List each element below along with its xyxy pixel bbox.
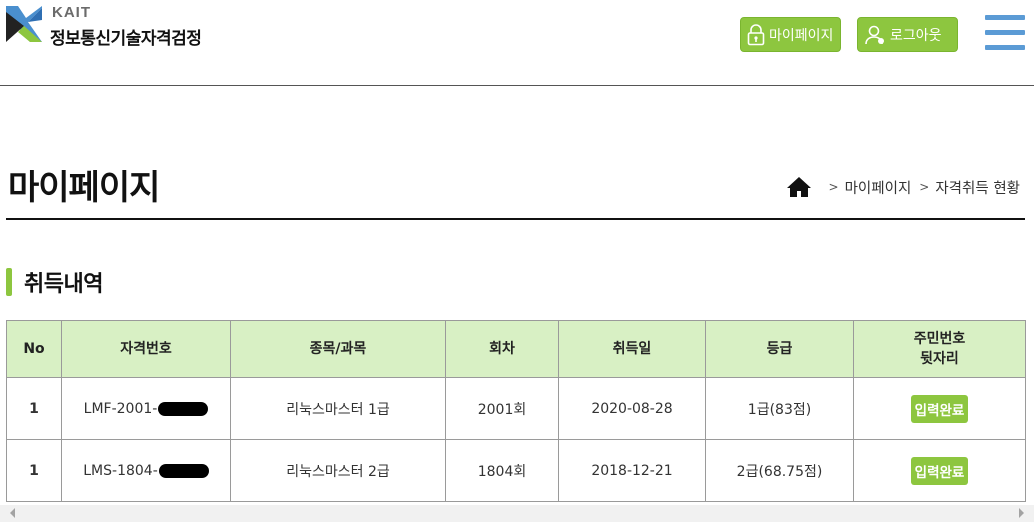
col-header-round: 회차: [445, 320, 559, 378]
cell-no: 1: [6, 439, 62, 502]
breadcrumb-separator: >: [919, 180, 930, 194]
kait-logo-icon: [6, 6, 42, 42]
status-badge[interactable]: 입력완료: [910, 456, 969, 485]
cert-number-text: LMF-2001-: [83, 400, 158, 417]
title-divider: [6, 218, 1025, 220]
cell-subject: 리눅스마스터 1급: [230, 377, 446, 440]
table-row: 1 LMS-1804- 리눅스마스터 2급 1804회 2018-12-21 2…: [6, 439, 1026, 502]
table-header-row: No 자격번호 종목/과목 회차 취득일 등급 주민번호 뒷자리: [6, 320, 1026, 378]
home-icon[interactable]: [786, 176, 811, 198]
cell-rrn: 입력완료: [853, 439, 1026, 502]
cell-round: 2001회: [445, 377, 559, 440]
breadcrumb-item-mypage[interactable]: 마이페이지: [845, 177, 912, 198]
redaction-mask: [158, 463, 209, 478]
cell-grade: 1급(83점): [705, 377, 854, 440]
page-title: 마이페이지: [8, 168, 160, 208]
hamburger-menu-button[interactable]: [985, 15, 1025, 51]
status-badge[interactable]: 입력완료: [910, 394, 969, 423]
col-header-no: No: [6, 320, 62, 378]
mypage-button[interactable]: 마이페이지: [740, 17, 841, 52]
cell-rrn: 입력완료: [853, 377, 1026, 440]
cell-round: 1804회: [445, 439, 559, 502]
breadcrumb-separator: >: [828, 180, 839, 194]
lock-icon: [747, 23, 765, 45]
cert-number-text: LMS-1804-: [83, 462, 158, 479]
scroll-right-icon[interactable]: [1019, 508, 1024, 518]
section-accent-bar: [6, 268, 12, 296]
table-row: 1 LMF-2001- 리눅스마스터 1급 2001회 2020-08-28 1…: [6, 377, 1026, 440]
cell-subject: 리눅스마스터 2급: [230, 439, 446, 502]
cell-date: 2018-12-21: [558, 439, 706, 502]
cell-cert-number: LMF-2001-: [61, 377, 231, 440]
mypage-button-label: 마이페이지: [769, 27, 834, 44]
logo-kait-text: KAIT: [52, 4, 91, 21]
logout-button[interactable]: 로그아웃: [857, 17, 958, 52]
acquisition-table: No 자격번호 종목/과목 회차 취득일 등급 주민번호 뒷자리 1 LMF-2…: [6, 320, 1026, 502]
scroll-left-icon[interactable]: [10, 508, 15, 518]
logo-name-text: 정보통신기술자격검정: [50, 29, 202, 49]
logout-button-label: 로그아웃: [890, 27, 942, 44]
cell-grade: 2급(68.75점): [705, 439, 854, 502]
section-title: 취득내역: [24, 272, 103, 297]
redaction-mask: [158, 401, 209, 416]
site-header: KAIT 정보통신기술자격검정 마이페이지 로그아웃: [0, 0, 1034, 86]
cell-cert-number: LMS-1804-: [61, 439, 231, 502]
cell-date: 2020-08-28: [558, 377, 706, 440]
user-icon: [865, 25, 884, 44]
col-header-grade: 등급: [705, 320, 854, 378]
col-header-rrn: 주민번호 뒷자리: [853, 320, 1026, 378]
section-heading: 취득내역: [6, 266, 103, 298]
cell-no: 1: [6, 377, 62, 440]
horizontal-scrollbar[interactable]: [0, 505, 1034, 522]
breadcrumb-item-current[interactable]: 자격취득 현황: [935, 177, 1020, 198]
col-header-cert-number: 자격번호: [61, 320, 231, 378]
col-header-subject: 종목/과목: [230, 320, 446, 378]
col-header-date: 취득일: [558, 320, 706, 378]
breadcrumb: > 마이페이지 > 자격취득 현황: [786, 176, 1020, 198]
